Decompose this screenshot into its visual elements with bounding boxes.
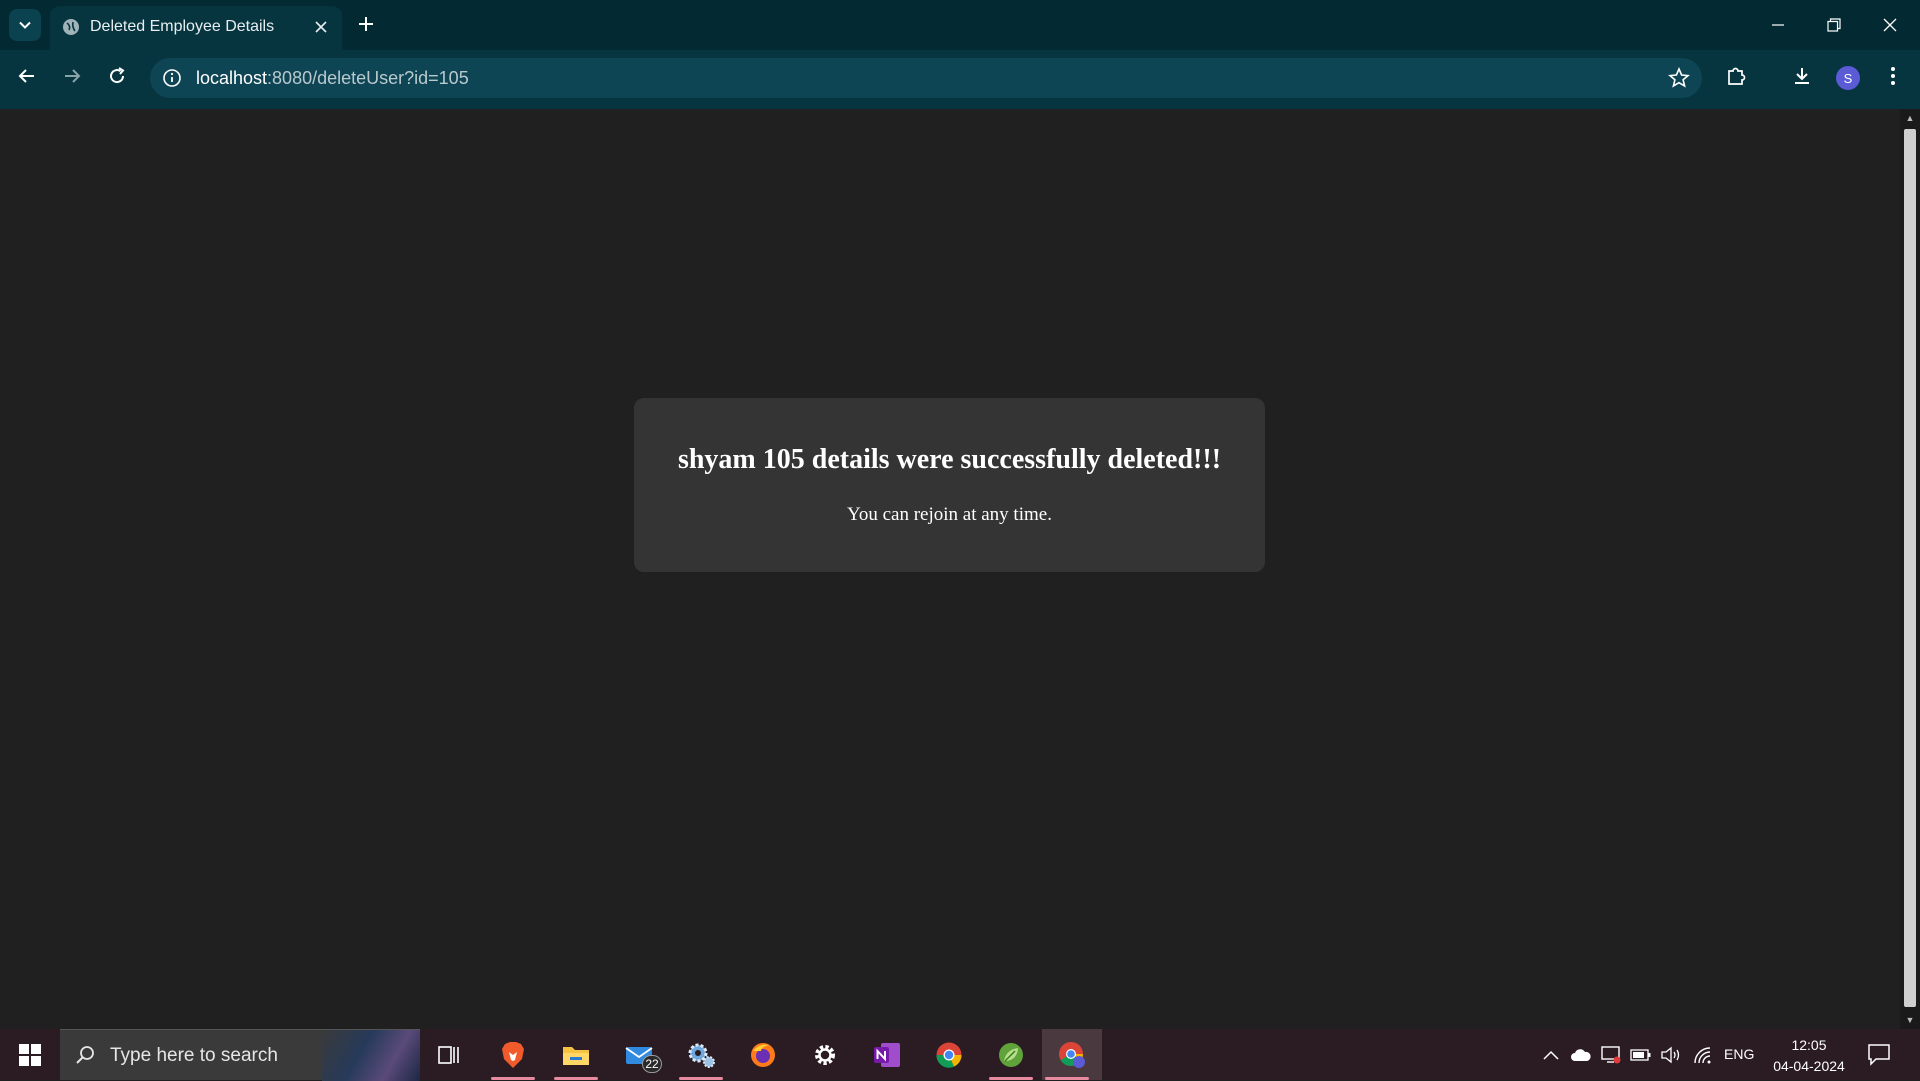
more-vertical-icon (1891, 67, 1895, 85)
brave-lion-icon (502, 1041, 524, 1068)
speaker-icon (1661, 1046, 1680, 1064)
close-window-button[interactable] (1862, 0, 1918, 50)
taskbar: Type here to search 22 ENG 12:05 04-04-2… (0, 1029, 1920, 1081)
windows-icon (19, 1043, 41, 1066)
reload-button[interactable] (101, 60, 133, 92)
taskbar-app-spring-tool-suite[interactable] (986, 1029, 1036, 1080)
onedrive-tray-button[interactable] (1570, 1044, 1592, 1066)
search-placeholder: Type here to search (110, 1045, 278, 1066)
back-button[interactable] (11, 60, 43, 92)
address-bar[interactable]: localhost:8080/deleteUser?id=105 (150, 58, 1702, 98)
tab-title: Deleted Employee Details (90, 18, 275, 35)
monitor-alert-icon (1601, 1046, 1621, 1064)
forward-button[interactable] (56, 60, 88, 92)
task-view-icon (438, 1045, 459, 1064)
taskbar-app-brave[interactable] (488, 1029, 538, 1080)
mail-unread-badge: 22 (642, 1055, 662, 1073)
plus-icon (359, 17, 373, 31)
taskbar-app-onenote[interactable] (862, 1029, 912, 1080)
url-text[interactable]: localhost:8080/deleteUser?id=105 (196, 68, 469, 89)
tab-search-button[interactable] (9, 9, 41, 41)
taskbar-app-chrome[interactable] (924, 1029, 974, 1080)
onenote-icon (874, 1042, 900, 1067)
start-button[interactable] (0, 1029, 60, 1080)
firefox-icon (751, 1042, 775, 1067)
battery-icon (1630, 1049, 1651, 1061)
gears-icon (688, 1043, 715, 1068)
deletion-message-card: shyam 105 details were successfully dele… (634, 398, 1265, 572)
taskbar-app-firefox[interactable] (738, 1029, 788, 1080)
clock-date: 04-04-2024 (1773, 1058, 1845, 1074)
restore-button[interactable] (1806, 0, 1862, 50)
security-tray-button[interactable] (1600, 1044, 1622, 1066)
taskbar-app-file-explorer[interactable] (551, 1029, 601, 1080)
network-tray-button[interactable] (1692, 1044, 1714, 1066)
task-view-button[interactable] (424, 1029, 474, 1080)
battery-tray-button[interactable] (1630, 1044, 1652, 1066)
globe-icon (63, 19, 79, 35)
puzzle-icon (1728, 67, 1746, 85)
arrow-right-icon (65, 69, 81, 83)
downloads-button[interactable] (1786, 60, 1818, 92)
taskbar-clock[interactable]: 12:05 04-04-2024 (1766, 1035, 1852, 1077)
profile-avatar[interactable]: S (1836, 66, 1860, 90)
clock-time: 12:05 (1791, 1037, 1827, 1053)
taskbar-search[interactable]: Type here to search (60, 1029, 420, 1081)
show-hidden-icons-button[interactable] (1540, 1044, 1562, 1066)
deletion-message-subtitle: You can rejoin at any time. (847, 504, 1052, 525)
reload-icon (110, 67, 125, 84)
download-icon (1795, 68, 1809, 84)
tab-strip: Deleted Employee Details (0, 0, 1920, 50)
minimize-button[interactable] (1750, 0, 1806, 50)
close-icon (315, 21, 327, 33)
notification-center-icon[interactable] (1866, 1041, 1892, 1067)
arrow-left-icon (18, 69, 34, 83)
tab-active[interactable]: Deleted Employee Details (50, 6, 342, 50)
chevron-down-icon (19, 21, 31, 29)
extensions-button[interactable] (1720, 60, 1752, 92)
tab-close-button[interactable] (310, 16, 332, 38)
input-language[interactable]: ENG (1724, 1046, 1754, 1062)
taskbar-app-mail[interactable]: 22 (614, 1029, 664, 1080)
taskbar-app-control-panel[interactable] (676, 1029, 726, 1080)
url-host: localhost (196, 68, 268, 88)
search-highlight-art (322, 1030, 420, 1081)
folder-icon (563, 1046, 589, 1065)
search-icon (76, 1046, 94, 1064)
taskbar-app-chrome-profile[interactable] (1042, 1029, 1102, 1080)
new-tab-button[interactable] (352, 10, 380, 38)
chevron-up-icon (1543, 1050, 1559, 1060)
volume-tray-button[interactable] (1660, 1044, 1682, 1066)
spring-leaf-icon (999, 1042, 1023, 1067)
vertical-scrollbar[interactable]: ▲ ▼ (1900, 109, 1920, 1029)
cloud-icon (1571, 1049, 1591, 1061)
scroll-up-arrow[interactable]: ▲ (1905, 113, 1915, 123)
bookmark-star-icon[interactable] (1668, 67, 1690, 89)
chrome-profile-icon (1059, 1041, 1085, 1068)
scrollbar-thumb[interactable] (1904, 129, 1916, 1007)
taskbar-app-settings[interactable] (800, 1029, 850, 1080)
info-icon[interactable] (162, 68, 182, 88)
restore-icon (1827, 18, 1841, 32)
browser-chrome: Deleted Employee Details localhost:8080/… (0, 0, 1920, 109)
chrome-icon (936, 1042, 962, 1068)
close-icon (1883, 18, 1897, 32)
wifi-icon (1694, 1047, 1711, 1064)
deletion-message-title: shyam 105 details were successfully dele… (677, 444, 1222, 475)
url-path: :8080/deleteUser?id=105 (267, 68, 469, 88)
settings-gear-icon (815, 1044, 835, 1065)
scroll-down-arrow[interactable]: ▼ (1905, 1015, 1915, 1025)
minimize-icon (1772, 24, 1784, 26)
menu-button[interactable] (1877, 60, 1909, 92)
